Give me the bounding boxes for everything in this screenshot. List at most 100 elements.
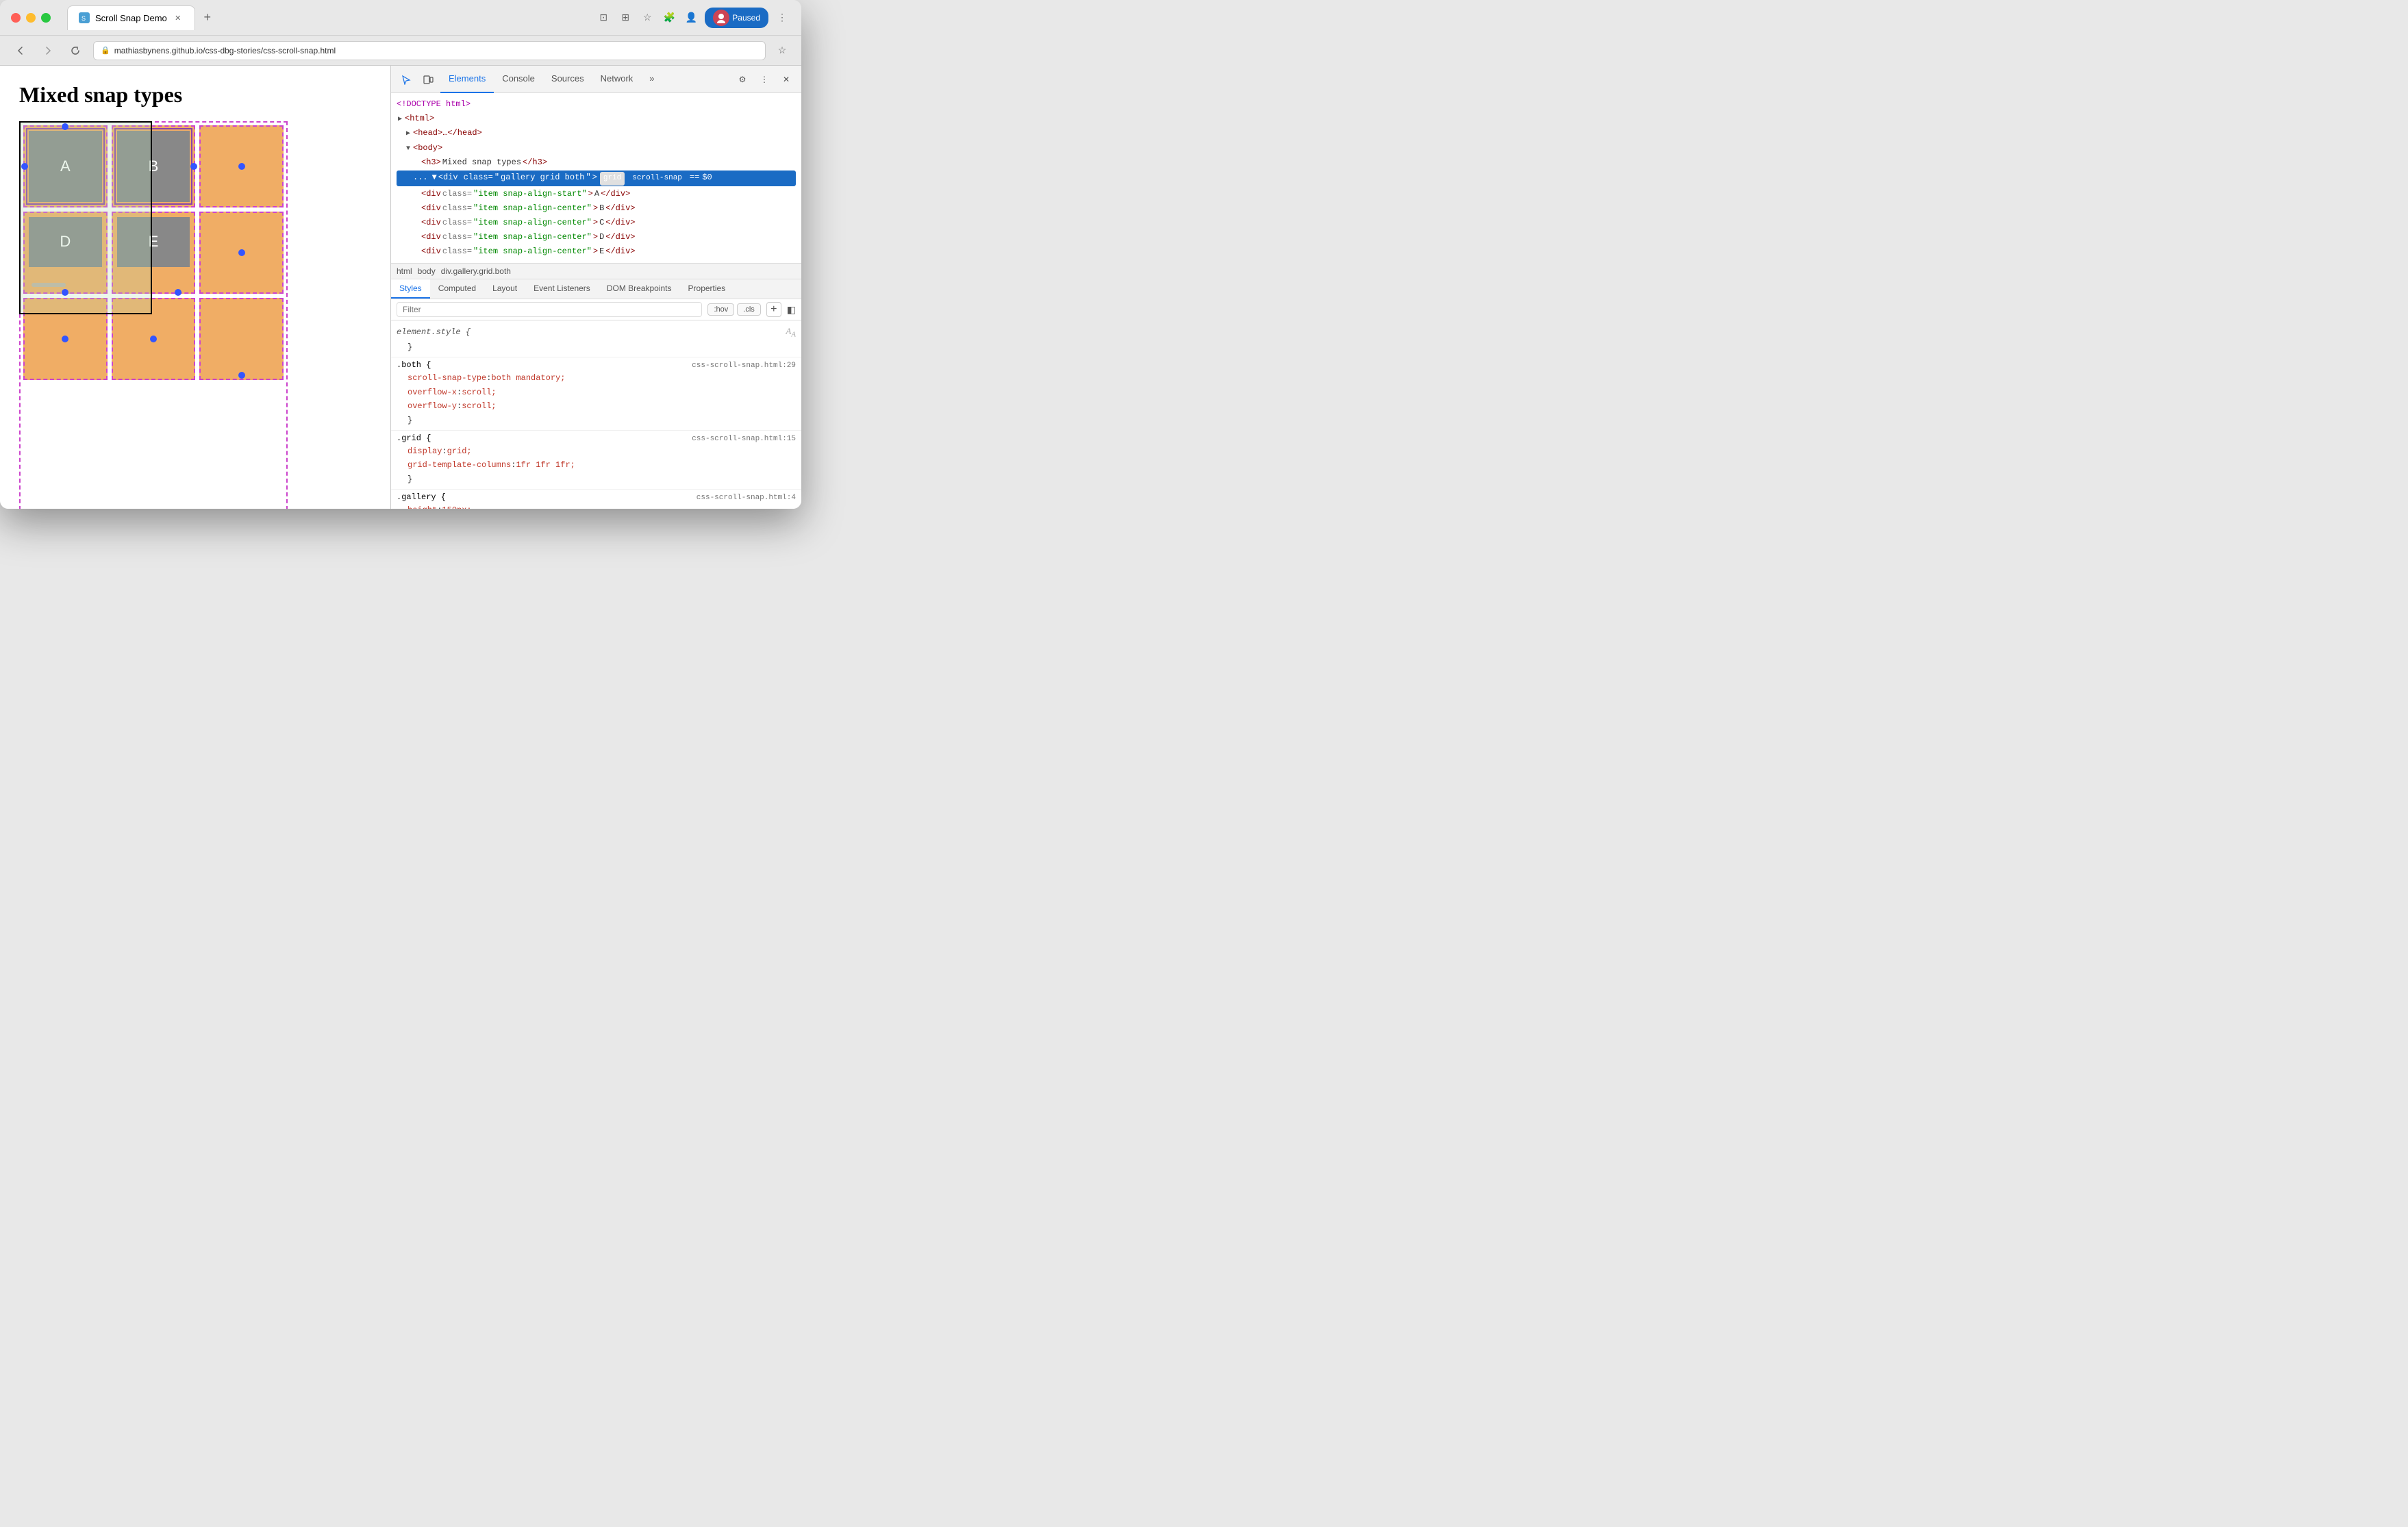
- tab-bar: S Scroll Snap Demo ✕ +: [67, 5, 217, 30]
- grid-row-1: A B: [23, 125, 284, 207]
- maximize-button[interactable]: [41, 13, 51, 23]
- apps-icon[interactable]: ⊞: [617, 10, 634, 26]
- dom-item-e[interactable]: <div class="item snap-align-center">E</d…: [397, 244, 796, 259]
- close-button[interactable]: [11, 13, 21, 23]
- devtools-panel: Elements Console Sources Network » ⚙ ⋮ ✕…: [390, 66, 801, 509]
- dom-tree: <!DOCTYPE html> ▶ <html> ▶ <head>…</head…: [391, 93, 801, 264]
- url-input[interactable]: 🔒 mathiasbynens.github.io/css-dbg-storie…: [93, 41, 766, 60]
- scroll-snap-badge[interactable]: scroll-snap: [629, 172, 686, 186]
- breadcrumb-div[interactable]: div.gallery.grid.both: [441, 266, 511, 276]
- tab-computed[interactable]: Computed: [430, 279, 484, 299]
- gallery-wrapper: A B: [19, 121, 288, 509]
- scroll-indicator-d: [32, 283, 66, 287]
- reload-button[interactable]: [66, 41, 85, 60]
- bookmark-star-icon[interactable]: ☆: [774, 42, 790, 59]
- back-button[interactable]: [11, 41, 30, 60]
- both-prop-overflow-y: overflow-y : scroll;: [397, 399, 796, 413]
- active-tab[interactable]: S Scroll Snap Demo ✕: [67, 5, 195, 30]
- settings-icon[interactable]: ⚙: [733, 70, 752, 89]
- dom-item-d[interactable]: <div class="item snap-align-center">D</d…: [397, 230, 796, 244]
- snap-point-a-top: [62, 123, 68, 130]
- dom-item-c[interactable]: <div class="item snap-align-center">C</d…: [397, 216, 796, 230]
- tab-dom-breakpoints[interactable]: DOM Breakpoints: [599, 279, 680, 299]
- scroll-container-outline: A B: [19, 121, 288, 509]
- item-d-content: D: [29, 217, 102, 267]
- element-picker-button[interactable]: [397, 70, 416, 89]
- styles-tabs: Styles Computed Layout Event Listeners D…: [391, 279, 801, 299]
- breadcrumb-html[interactable]: html: [397, 266, 412, 276]
- gallery-selector: .gallery {: [397, 492, 446, 502]
- more-options-icon[interactable]: ⋮: [755, 70, 774, 89]
- tab-console[interactable]: Console: [494, 66, 543, 93]
- forward-button[interactable]: [38, 41, 58, 60]
- item-c: [199, 125, 284, 207]
- menu-icon[interactable]: ⋮: [774, 10, 790, 26]
- css-rules: element.style { AA } .both { css-scroll-…: [391, 320, 801, 509]
- tab-layout[interactable]: Layout: [484, 279, 525, 299]
- item-g: [23, 298, 108, 380]
- tab-styles[interactable]: Styles: [391, 279, 430, 299]
- grid-row-3: [23, 298, 284, 380]
- css-rule-gallery: .gallery { css-scroll-snap.html:4 height…: [391, 490, 801, 509]
- gallery-source[interactable]: css-scroll-snap.html:4: [697, 494, 796, 502]
- dom-head[interactable]: ▶ <head>…</head>: [397, 126, 796, 140]
- css-rule-element-style: element.style { AA }: [391, 323, 801, 357]
- filter-pseudo-buttons: :hov .cls: [707, 303, 760, 316]
- title-bar: S Scroll Snap Demo ✕ + ⊡ ⊞ ☆ 🧩 👤 Paused …: [0, 0, 801, 36]
- dom-doctype: <!DOCTYPE html>: [397, 97, 796, 112]
- both-prop-overflow-x: overflow-x : scroll;: [397, 386, 796, 399]
- tab-elements[interactable]: Elements: [440, 66, 494, 93]
- devtools-tabs: Elements Console Sources Network »: [440, 66, 730, 93]
- snap-point-h-center: [150, 336, 157, 342]
- tab-event-listeners[interactable]: Event Listeners: [525, 279, 599, 299]
- tab-sources[interactable]: Sources: [543, 66, 592, 93]
- dom-item-a[interactable]: <div class="item snap-align-start">A</di…: [397, 187, 796, 201]
- tab-favicon: S: [79, 12, 90, 23]
- tab-properties[interactable]: Properties: [680, 279, 734, 299]
- styles-panel: Styles Computed Layout Event Listeners D…: [391, 279, 801, 509]
- avatar: [713, 10, 729, 26]
- dom-body[interactable]: ▼ <body>: [397, 141, 796, 155]
- profile-icon[interactable]: 👤: [683, 10, 699, 26]
- toggle-sidebar-icon[interactable]: ◧: [787, 304, 796, 316]
- dom-item-b[interactable]: <div class="item snap-align-center">B</d…: [397, 201, 796, 216]
- add-style-button[interactable]: +: [766, 302, 781, 317]
- aa-icon: AA: [786, 326, 796, 339]
- grid-badge[interactable]: grid: [600, 172, 625, 186]
- device-toolbar-button[interactable]: [418, 70, 438, 89]
- dom-h3[interactable]: <h3>Mixed snap types</h3>: [397, 155, 796, 170]
- devtools-more-actions: ⚙ ⋮ ✕: [733, 70, 796, 89]
- close-devtools-button[interactable]: ✕: [777, 70, 796, 89]
- cast-icon[interactable]: ⊡: [595, 10, 612, 26]
- tab-more[interactable]: »: [641, 66, 662, 93]
- dom-html[interactable]: ▶ <html>: [397, 112, 796, 126]
- cls-button[interactable]: .cls: [737, 303, 761, 316]
- css-rule-both: .both { css-scroll-snap.html:29 scroll-s…: [391, 357, 801, 431]
- grid-selector: .grid {: [397, 433, 431, 443]
- both-source[interactable]: css-scroll-snap.html:29: [692, 362, 796, 370]
- element-style-selector: element.style {: [397, 327, 471, 337]
- item-d: D: [23, 212, 108, 294]
- minimize-button[interactable]: [26, 13, 36, 23]
- filter-bar: :hov .cls + ◧: [391, 299, 801, 320]
- hov-button[interactable]: :hov: [707, 303, 734, 316]
- tab-network[interactable]: Network: [592, 66, 642, 93]
- url-bar: 🔒 mathiasbynens.github.io/css-dbg-storie…: [0, 36, 801, 66]
- item-e: E: [112, 212, 196, 294]
- grid-closing: }: [397, 472, 796, 486]
- dom-div-selected[interactable]: ... ▼ <div class="gallery grid both"> gr…: [397, 171, 796, 186]
- breadcrumb-body[interactable]: body: [418, 266, 436, 276]
- tab-close-button[interactable]: ✕: [173, 12, 184, 23]
- item-f: [199, 212, 284, 294]
- filter-input[interactable]: [397, 302, 702, 317]
- paused-label: Paused: [732, 13, 760, 23]
- snap-point-a-left: [21, 163, 28, 170]
- bookmark-icon[interactable]: ☆: [639, 10, 655, 26]
- main-area: Mixed snap types A: [0, 66, 801, 509]
- snap-point-b-right: [190, 163, 197, 170]
- grid-source[interactable]: css-scroll-snap.html:15: [692, 435, 796, 443]
- paused-badge[interactable]: Paused: [705, 8, 768, 28]
- extension-icon[interactable]: 🧩: [661, 10, 677, 26]
- new-tab-button[interactable]: +: [198, 8, 217, 27]
- snap-point-d-bottom: [62, 289, 68, 296]
